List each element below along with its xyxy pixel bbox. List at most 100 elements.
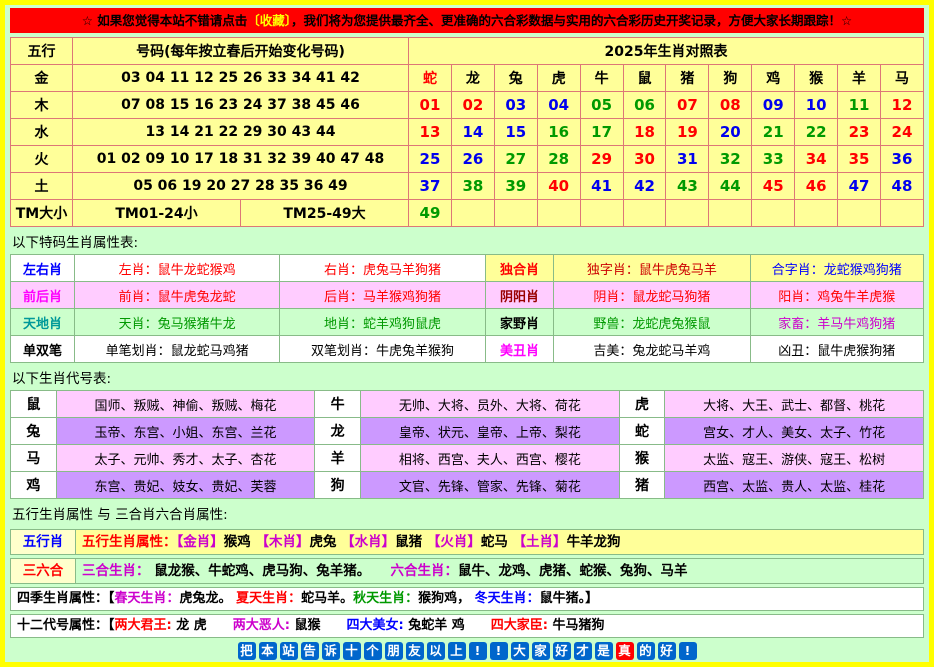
zodiac-number: 40 <box>537 173 580 200</box>
footer-tile: 大 <box>511 642 529 660</box>
text-segment: 【金肖】 <box>177 534 224 550</box>
text-segment: 【火肖】 <box>427 534 481 550</box>
footer-tile: 好 <box>658 642 676 660</box>
footer-tile: 家 <box>532 642 550 660</box>
attr-value: 地肖：蛇羊鸡狗鼠虎 <box>280 309 485 336</box>
zodiac-number: 07 <box>666 92 709 119</box>
seasons-band: 四季生肖属性：【春天生肖：虎兔龙。 夏天生肖：蛇马羊。秋天生肖：猴狗鸡， 冬天生… <box>10 587 924 611</box>
zodiac-codes: 东宫、贵妃、妓女、贵妃、芙蓉 <box>56 472 315 499</box>
footer-tile: 才 <box>574 642 592 660</box>
attr-table: 左右肖左肖：鼠牛龙蛇猴鸡右肖：虎兔马羊狗猪独合肖独字肖：鼠牛虎兔马羊合字肖：龙蛇… <box>10 254 924 363</box>
text-segment: 牛马猪狗 <box>548 618 605 633</box>
zodiac-label: 鸡 <box>11 472 57 499</box>
footer-tile: 以 <box>427 642 445 660</box>
zodiac-label: 虎 <box>619 391 665 418</box>
element-numbers: 03 04 11 12 25 26 33 34 41 42 <box>73 65 409 92</box>
zodiac-label: 龙 <box>315 418 361 445</box>
zodiac-number: 20 <box>709 119 752 146</box>
zodiac-codes: 宫女、才人、美女、太子、竹花 <box>665 418 924 445</box>
zodiac-codes: 国师、叛贼、神偷、叛贼、梅花 <box>56 391 315 418</box>
empty-cell <box>880 200 923 227</box>
favorite-action[interactable]: 〔收藏〕 <box>247 13 291 28</box>
attr-category-label: 前后肖 <box>11 282 75 309</box>
footer-tile: ! <box>469 642 487 660</box>
zodiac-number: 49 <box>409 200 452 227</box>
empty-cell <box>795 200 838 227</box>
attr-value: 阳肖：鸡兔牛羊虎猴 <box>750 282 924 309</box>
zodiac-name: 虎 <box>537 65 580 92</box>
attr-value: 合字肖：龙蛇猴鸡狗猪 <box>750 255 924 282</box>
attr-value: 凶丑：鼠牛虎猴狗猪 <box>750 336 924 363</box>
zodiac-codes: 相将、西宫、夫人、西宫、樱花 <box>361 445 620 472</box>
text-segment: 猴狗鸡， <box>418 591 475 606</box>
element-label: 水 <box>11 119 73 146</box>
text-segment: 鼠牛、龙鸡、虎猪、蛇猴、兔狗、马羊 <box>458 563 688 579</box>
text-segment: 两大恶人: <box>233 618 290 633</box>
footer-tile: 好 <box>553 642 571 660</box>
empty-cell <box>580 200 623 227</box>
zodiac-name: 猴 <box>795 65 838 92</box>
codes-table: 鼠国师、叛贼、神偷、叛贼、梅花牛无帅、大将、员外、大将、荷花虎大将、大王、武士、… <box>10 390 924 499</box>
text-segment: 虎兔龙。 <box>180 591 237 606</box>
attr-value: 天肖：兔马猴猪牛龙 <box>74 309 279 336</box>
zodiac-number: 48 <box>880 173 923 200</box>
text-segment: 鼠牛猪。】 <box>540 591 599 606</box>
element-label: 土 <box>11 173 73 200</box>
text-segment: 兔蛇羊 鸡 <box>404 618 491 633</box>
footer-tile: 把 <box>238 642 256 660</box>
text-segment: 夏天生肖： <box>236 591 301 606</box>
col-header-numbers: 号码(每年按立春后开始变化号码) <box>73 38 409 65</box>
element-label: 火 <box>11 146 73 173</box>
zodiac-number: 15 <box>494 119 537 146</box>
attr-category-label: 独合肖 <box>485 255 553 282</box>
zodiac-number: 22 <box>795 119 838 146</box>
footer-tile: ! <box>490 642 508 660</box>
zodiac-number: 29 <box>580 146 623 173</box>
footer-tile: 站 <box>280 642 298 660</box>
zodiac-codes: 大将、大王、武士、都督、桃花 <box>665 391 924 418</box>
text-segment: 猴鸡 <box>224 534 256 550</box>
codes-section-heading: 以下生肖代号表: <box>10 363 924 390</box>
zodiac-codes: 太监、寇王、游侠、寇王、松树 <box>665 445 924 472</box>
attr-value: 前肖：鼠牛虎兔龙蛇 <box>74 282 279 309</box>
element-label: 金 <box>11 65 73 92</box>
attr-value: 阴肖：鼠龙蛇马狗猪 <box>554 282 750 309</box>
zodiac-label: 马 <box>11 445 57 472</box>
zodiac-codes: 无帅、大将、员外、大将、荷花 <box>361 391 620 418</box>
attr-category-label: 左右肖 <box>11 255 75 282</box>
attr-value: 右肖：虎兔马羊狗猪 <box>280 255 485 282</box>
attr-value: 野兽：龙蛇虎兔猴鼠 <box>554 309 750 336</box>
zodiac-codes: 玉帝、东宫、小姐、东宫、兰花 <box>56 418 315 445</box>
empty-cell <box>709 200 752 227</box>
element-numbers: 01 02 09 10 17 18 31 32 39 40 47 48 <box>73 146 409 173</box>
text-segment: 春天生肖： <box>115 591 180 606</box>
attr-category-label: 阴阳肖 <box>485 282 553 309</box>
zodiac-number: 14 <box>451 119 494 146</box>
zodiac-number: 45 <box>752 173 795 200</box>
zodiac-label: 羊 <box>315 445 361 472</box>
zodiac-name: 羊 <box>838 65 881 92</box>
zodiac-name: 蛇 <box>409 65 452 92</box>
text-segment: 四大家臣: <box>491 618 548 633</box>
tm-big-range: TM25-49大 <box>241 200 409 227</box>
footer-tile: 友 <box>406 642 424 660</box>
wuxing-band: 五行肖 五行生肖属性：【金肖】猴鸡 【木肖】虎兔 【水肖】鼠猪 【火肖】蛇马 【… <box>10 529 924 555</box>
zodiac-number: 05 <box>580 92 623 119</box>
empty-cell <box>666 200 709 227</box>
zodiac-number: 42 <box>623 173 666 200</box>
zodiac-number: 06 <box>623 92 666 119</box>
zodiac-number: 23 <box>838 119 881 146</box>
attr-value: 独字肖：鼠牛虎兔马羊 <box>554 255 750 282</box>
footer-tile: 是 <box>595 642 613 660</box>
zodiac-number: 39 <box>494 173 537 200</box>
wuxing-zodiac-table: 五行号码(每年按立春后开始变化号码)2025年生肖对照表金03 04 11 12… <box>10 37 924 227</box>
col-header-wuxing: 五行 <box>11 38 73 65</box>
zodiac-number: 32 <box>709 146 752 173</box>
zodiac-number: 28 <box>537 146 580 173</box>
element-numbers: 05 06 19 20 27 28 35 36 49 <box>73 173 409 200</box>
zodiac-number: 01 <box>409 92 452 119</box>
text-segment: 牛羊龙狗 <box>567 534 621 550</box>
tm-small-range: TM01-24小 <box>73 200 241 227</box>
attr-value: 家畜：羊马牛鸡狗猪 <box>750 309 924 336</box>
zodiac-number: 24 <box>880 119 923 146</box>
